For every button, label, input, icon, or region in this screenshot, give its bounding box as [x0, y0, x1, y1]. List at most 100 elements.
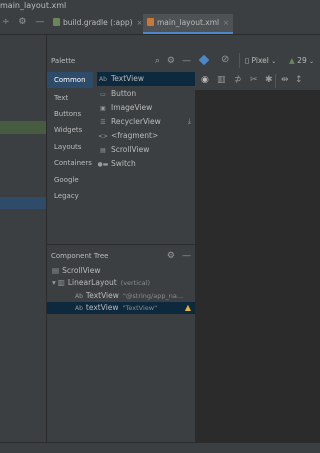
design-canvas[interactable] [195, 91, 320, 442]
design-toolbar: ⊘ ▯ Pixel ⌄ ▲ 29 ⌄ [195, 50, 320, 73]
editor-tab-row: ÷ ⚙ — build.gradle (:app) × main_layout.x… [0, 12, 320, 35]
project-panel-highlight-row[interactable] [0, 121, 46, 134]
layers-icon[interactable] [198, 54, 210, 66]
palette-widget-switch[interactable]: ●▬ Switch [97, 157, 136, 171]
phone-icon: ▯ [245, 56, 250, 65]
palette-widget-fragment[interactable]: <> <fragment> [97, 129, 158, 143]
toolbar-divider [239, 53, 240, 68]
status-bar [0, 442, 320, 453]
tab-main-layout[interactable]: main_layout.xml × [143, 14, 233, 34]
chevron-down-icon: ⌄ [309, 58, 315, 65]
switch-icon: ●▬ [97, 161, 109, 168]
component-tree-header: Component Tree ⚙ — [47, 245, 195, 267]
palette-category-google[interactable]: Google [47, 172, 93, 188]
design-options-bar: ◉ ▥ ⊅ ✂ ✱ ⇹ ↕ [195, 72, 320, 91]
margin-icon[interactable]: ▥ [217, 75, 226, 85]
tree-row-textview[interactable]: Ab TextView "@string/app_na... [75, 290, 183, 302]
tab-build-gradle[interactable]: build.gradle (:app) × [53, 14, 142, 32]
tab-label: build.gradle (:app) [63, 18, 133, 27]
minus-icon[interactable]: — [182, 56, 191, 66]
button-icon: ▭ [100, 91, 106, 98]
component-tree-header-icons: ⚙ — [160, 245, 191, 267]
gradle-file-icon [53, 18, 60, 26]
pack-vertical-icon[interactable]: ↕ [295, 75, 303, 85]
android-icon: ▲ [289, 56, 295, 65]
left-tool-icons: ÷ ⚙ — [2, 17, 44, 27]
xml-file-icon [147, 18, 154, 26]
widget-label: ImageView [111, 103, 153, 112]
api-selector[interactable]: ▲ 29 ⌄ [289, 50, 314, 73]
eye-icon[interactable]: ◉ [201, 75, 209, 85]
close-icon[interactable]: × [137, 19, 143, 27]
palette-category-text[interactable]: Text [47, 90, 93, 106]
widget-label: Switch [111, 159, 136, 168]
palette-widget-scrollview[interactable]: ▤ ScrollView [97, 143, 149, 157]
pack-horizontal-icon[interactable]: ⇹ [281, 75, 289, 85]
linearlayout-icon: ▥ [57, 278, 65, 287]
palette-category-widgets[interactable]: Widgets [47, 122, 93, 138]
palette-category-containers[interactable]: Containers [47, 155, 93, 171]
scrollview-icon: ▤ [100, 147, 106, 154]
chevron-down-icon: ⌄ [271, 58, 277, 65]
minus-icon[interactable]: — [182, 251, 191, 261]
widget-label: <fragment> [111, 131, 159, 140]
tree-row-linearlayout[interactable]: ▾ ▥ LinearLayout (vertical) [52, 277, 150, 289]
palette-header-icons: ⌕ ⚙ — [148, 50, 191, 72]
magnet-off-icon[interactable]: ⊅ [234, 75, 242, 85]
toolbar-divider [275, 74, 276, 88]
window-title-bar: main_layout.xml [0, 0, 320, 12]
minus-icon[interactable]: — [35, 17, 44, 27]
palette-widget-imageview[interactable]: ▣ ImageView [97, 101, 152, 115]
tree-row-attribute: "TextView" [122, 304, 158, 312]
tree-row-attribute: "@string/app_na... [122, 292, 184, 300]
clear-constraints-icon[interactable]: ✂ [250, 75, 258, 85]
warning-icon[interactable]: ▲ [185, 302, 191, 314]
download-icon[interactable]: ⤓ [188, 117, 191, 126]
palette-widget-recyclerview[interactable]: ☰ RecyclerView [97, 115, 161, 129]
palette-category-layouts[interactable]: Layouts [47, 139, 93, 155]
palette-widget-textview[interactable]: Ab TextView [97, 72, 195, 86]
list-icon: ☰ [100, 119, 106, 126]
close-icon[interactable]: × [223, 19, 229, 27]
device-label: Pixel [251, 56, 269, 65]
palette-widget-button[interactable]: ▭ Button [97, 87, 136, 101]
project-panel [0, 35, 47, 442]
widget-label: TextView [111, 74, 144, 83]
textview-icon: Ab [75, 293, 83, 300]
tree-row-attribute: (vertical) [120, 279, 150, 287]
image-icon: ▣ [100, 105, 106, 112]
palette-header: Palette ⌕ ⚙ — [47, 50, 195, 72]
tab-label: main_layout.xml [157, 18, 220, 27]
tree-row-label: TextView [85, 291, 119, 300]
textview-icon: Ab [75, 305, 83, 312]
gear-icon[interactable]: ⚙ [18, 17, 26, 27]
tree-row-label: ScrollView [62, 266, 101, 275]
palette-panel: Palette ⌕ ⚙ — Common Text Buttons Widgets … [47, 50, 195, 240]
project-panel-selected-row[interactable] [0, 197, 46, 209]
device-selector[interactable]: ▯ Pixel ⌄ [245, 50, 276, 73]
tree-row-textview-selected[interactable]: Ab textView "TextView" ▲ [47, 302, 195, 314]
widget-label: Button [111, 89, 137, 98]
palette-category-legacy[interactable]: Legacy [47, 188, 93, 204]
palette-category-buttons[interactable]: Buttons [47, 106, 93, 122]
textview-icon: Ab [99, 76, 107, 83]
widget-label: ScrollView [111, 145, 150, 154]
tree-row-scrollview[interactable]: ▤ ScrollView [52, 265, 100, 277]
api-label: 29 [297, 56, 307, 65]
search-icon[interactable]: ⌕ [155, 56, 160, 66]
tree-row-label: LinearLayout [67, 278, 117, 287]
orientation-icon[interactable]: ⊘ [221, 54, 229, 65]
component-tree-panel: Component Tree ⚙ — ▤ ScrollView ▾ ▥ LinearLa… [47, 244, 195, 443]
gear-icon[interactable]: ⚙ [167, 251, 175, 261]
component-tree-title: Component Tree [51, 252, 109, 260]
split-icon[interactable]: ÷ [2, 17, 10, 27]
infer-constraints-icon[interactable]: ✱ [265, 75, 273, 85]
scrollview-icon: ▤ [52, 266, 60, 275]
palette-category-common[interactable]: Common [47, 72, 93, 88]
gear-icon[interactable]: ⚙ [167, 56, 175, 66]
widget-label: RecyclerView [111, 117, 161, 126]
code-icon: <> [97, 133, 109, 140]
tree-row-label: textView [85, 303, 119, 312]
chevron-down-icon[interactable]: ▾ [52, 278, 56, 287]
window-title: main_layout.xml [0, 1, 67, 10]
